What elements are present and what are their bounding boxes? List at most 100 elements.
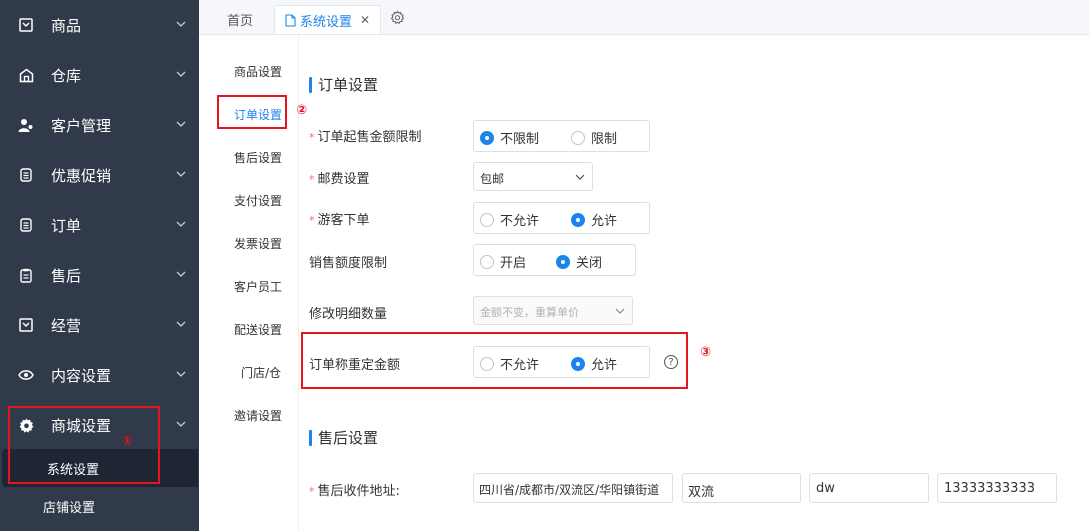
sidebar-item-label: 优惠促销 xyxy=(51,166,112,185)
setnav-invoice[interactable]: 发票设置 xyxy=(234,235,282,252)
setnav-store[interactable]: 门店/仓 xyxy=(241,364,281,381)
address-detail-value: 双流 xyxy=(688,485,715,500)
radio-sales-off[interactable]: 关闭 xyxy=(556,252,602,271)
clipboard-icon xyxy=(18,267,34,283)
phone-value: 13333333333 xyxy=(944,481,1035,496)
required-mark: * xyxy=(309,131,315,144)
setnav-delivery[interactable]: 配送设置 xyxy=(234,321,282,338)
section-title-text: 订单设置 xyxy=(318,76,379,94)
box-icon xyxy=(18,17,34,33)
section-bar xyxy=(309,76,312,93)
radio-label: 不允许 xyxy=(500,214,540,229)
label-text: 修改明细数量 xyxy=(309,307,388,322)
sidebar-item-label: 商品 xyxy=(51,16,82,35)
annotation-number-3: ③ xyxy=(700,345,712,360)
radio-sales-on[interactable]: 开启 xyxy=(480,252,526,271)
eye-icon xyxy=(18,367,34,383)
radio-no-limit[interactable]: 不限制 xyxy=(480,128,539,147)
sidebar-item-operations[interactable]: 经营 xyxy=(0,300,199,350)
label-text: 售后收件地址: xyxy=(317,484,400,499)
sidebar-item-label: 订单 xyxy=(51,216,82,235)
tab-system-settings[interactable]: 系统设置 ✕ xyxy=(274,5,382,34)
tab-label: 系统设置 xyxy=(300,14,353,30)
radio-dot xyxy=(480,254,494,269)
warehouse-icon xyxy=(18,67,34,83)
chevron-down-icon xyxy=(176,221,186,227)
radio-dot xyxy=(571,212,585,227)
aftersale-address-label: * 售后收件地址: xyxy=(309,480,400,499)
sidebar-item-content[interactable]: 内容设置 xyxy=(0,350,199,400)
setnav-staff[interactable]: 客户员工 xyxy=(234,278,282,295)
chevron-down-icon xyxy=(575,174,585,180)
chevron-down-icon xyxy=(176,321,186,327)
section-title-text: 售后设置 xyxy=(318,429,379,447)
app-root: 商品 仓库 客户管理 优惠促销 订单 售后 经营 内容设置 商城设置 系统设置 … xyxy=(0,0,1089,531)
radio-limit[interactable]: 限制 xyxy=(571,128,617,147)
tab-home[interactable]: 首页 xyxy=(227,5,253,34)
chevron-down-icon xyxy=(176,71,186,77)
chevron-up-icon xyxy=(176,421,186,427)
main-content: 商品设置 订单设置 售后设置 支付设置 发票设置 客户员工 配送设置 门店/仓 … xyxy=(199,35,1089,531)
box-icon xyxy=(18,317,34,333)
contact-value: dw xyxy=(816,481,835,496)
aftersale-section-title: 售后设置 xyxy=(309,427,378,448)
sales-limit-label: 销售额度限制 xyxy=(309,252,387,271)
label-text: 订单起售金额限制 xyxy=(317,130,422,145)
guest-order-label: * 游客下单 xyxy=(309,209,370,228)
setnav-goods[interactable]: 商品设置 xyxy=(234,63,282,80)
radio-label: 允许 xyxy=(591,214,618,229)
sidebar-item-promotions[interactable]: 优惠促销 xyxy=(0,150,199,200)
setnav-invite[interactable]: 邀请设置 xyxy=(234,407,282,424)
sidebar-item-label: 经营 xyxy=(51,316,82,335)
order-section-title: 订单设置 xyxy=(309,74,378,95)
sidebar-item-warehouse[interactable]: 仓库 xyxy=(0,50,199,100)
user-icon xyxy=(18,117,34,133)
radio-dot xyxy=(480,212,494,227)
radio-label: 不限制 xyxy=(500,132,540,147)
sidebar-item-label: 仓库 xyxy=(51,66,82,85)
sidebar-item-orders[interactable]: 订单 xyxy=(0,200,199,250)
document-icon xyxy=(18,217,34,233)
section-bar xyxy=(309,429,312,446)
chevron-down-icon xyxy=(615,308,625,314)
label-text: 销售额度限制 xyxy=(309,256,388,271)
annotation-box-3 xyxy=(301,332,688,389)
sidebar-item-goods[interactable]: 商品 xyxy=(0,0,199,50)
sidebar-item-customers[interactable]: 客户管理 xyxy=(0,100,199,150)
postage-select-value: 包邮 xyxy=(480,172,505,186)
radio-label: 开启 xyxy=(500,256,527,271)
chevron-down-icon xyxy=(176,271,186,277)
chevron-down-icon xyxy=(176,171,186,177)
file-icon xyxy=(285,13,296,27)
tab-label: 首页 xyxy=(227,14,254,29)
annotation-number-2: ② xyxy=(296,103,308,118)
modify-qty-placeholder: 金额不变，重算单价 xyxy=(480,306,579,319)
radio-guest-allow[interactable]: 允许 xyxy=(571,210,617,229)
label-text: 游客下单 xyxy=(317,213,370,228)
document-icon xyxy=(18,167,34,183)
radio-label: 关闭 xyxy=(576,256,603,271)
close-icon[interactable]: ✕ xyxy=(360,13,370,27)
radio-guest-disallow[interactable]: 不允许 xyxy=(480,210,539,229)
chevron-down-icon xyxy=(176,21,186,27)
setnav-payment[interactable]: 支付设置 xyxy=(234,192,282,209)
radio-dot xyxy=(556,254,570,269)
chevron-down-icon xyxy=(176,371,186,377)
radio-dot xyxy=(571,130,585,145)
required-mark: * xyxy=(309,214,315,227)
sidebar-item-label: 内容设置 xyxy=(51,366,112,385)
modify-qty-label: 修改明细数量 xyxy=(309,303,387,322)
min-amount-label: * 订单起售金额限制 xyxy=(309,126,422,145)
required-mark: * xyxy=(309,173,315,186)
chevron-down-icon xyxy=(176,121,186,127)
setnav-aftersale[interactable]: 售后设置 xyxy=(234,149,282,166)
sidebar-item-aftersale[interactable]: 售后 xyxy=(0,250,199,300)
tab-bar: 首页 系统设置 ✕ xyxy=(199,0,1089,35)
sidebar-sub-store-settings[interactable]: 店铺设置 xyxy=(0,487,199,525)
postage-label: * 邮费设置 xyxy=(309,168,370,187)
gear-icon[interactable] xyxy=(390,10,405,25)
radio-label: 限制 xyxy=(591,132,618,147)
radio-dot xyxy=(480,130,494,145)
required-mark: * xyxy=(309,485,315,498)
sidebar-item-label: 客户管理 xyxy=(51,116,112,135)
